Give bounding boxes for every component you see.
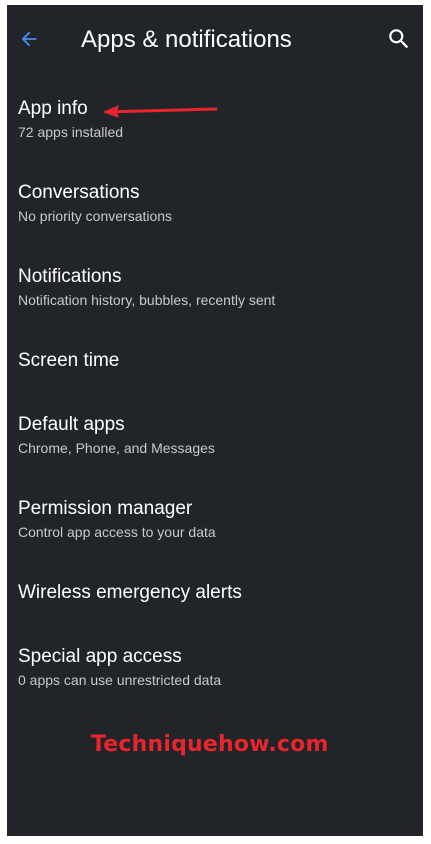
list-item-default-apps[interactable]: Default apps Chrome, Phone, and Messages [7, 401, 423, 481]
list-item-special-app-access[interactable]: Special app access 0 apps can use unrest… [7, 633, 423, 713]
arrow-back-icon [21, 31, 37, 47]
item-title: Notifications [18, 266, 122, 287]
search-icon [389, 29, 409, 49]
list-item-conversations[interactable]: Conversations No priority conversations [7, 169, 423, 249]
list-item-app-info[interactable]: App info 72 apps installed [7, 85, 423, 165]
item-subtitle: Notification history, bubbles, recently … [18, 292, 276, 308]
item-subtitle: Chrome, Phone, and Messages [18, 440, 215, 456]
item-title: Screen time [18, 350, 120, 371]
item-title: Default apps [18, 414, 125, 435]
item-title: Conversations [18, 182, 140, 203]
watermark: Techniquehow.com [91, 732, 329, 757]
page-title: Apps & notifications [81, 26, 292, 53]
app-bar: Apps & notifications [7, 5, 423, 75]
item-subtitle: 72 apps installed [18, 124, 124, 140]
item-subtitle: No priority conversations [18, 208, 173, 224]
item-subtitle: Control app access to your data [18, 524, 216, 540]
settings-screen: Apps & notifications App info 72 apps in… [7, 5, 423, 836]
item-title: Permission manager [18, 498, 193, 519]
list-item-permission-manager[interactable]: Permission manager Control app access to… [7, 485, 423, 565]
item-title: App info [18, 98, 88, 119]
item-subtitle: 0 apps can use unrestricted data [18, 672, 222, 688]
item-title: Special app access [18, 646, 182, 667]
item-title: Wireless emergency alerts [18, 582, 242, 603]
search-button[interactable] [383, 23, 415, 55]
list-item-notifications[interactable]: Notifications Notification history, bubb… [7, 253, 423, 333]
back-button[interactable] [13, 23, 45, 55]
annotation-arrow-icon [103, 105, 218, 118]
